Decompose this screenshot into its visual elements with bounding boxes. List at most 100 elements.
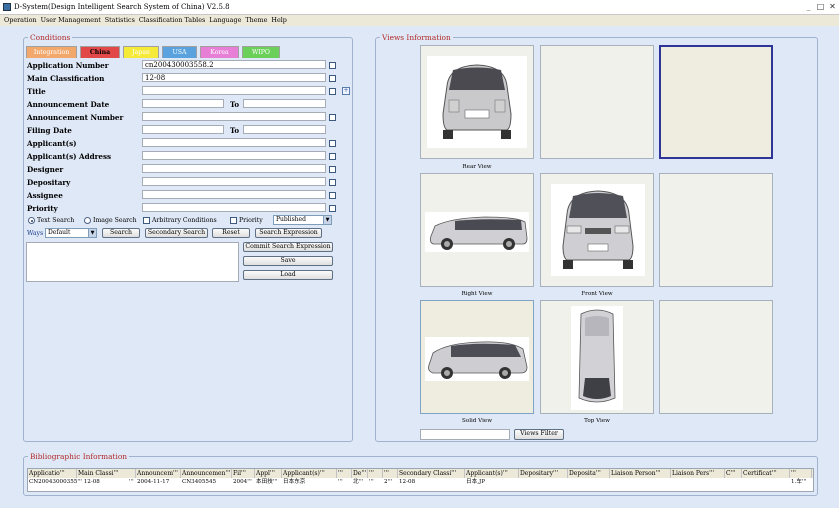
depositary-input[interactable] <box>142 177 326 186</box>
maximize-button[interactable]: □ <box>815 2 826 12</box>
filing-date-to-input[interactable] <box>243 125 326 134</box>
column-header[interactable]: Secondary Classi''' <box>399 469 465 478</box>
column-header[interactable]: Certificat''' <box>743 469 790 478</box>
search-expression-textarea[interactable] <box>26 242 239 282</box>
commit-search-expression-button[interactable]: Commit Search Expression <box>243 242 333 252</box>
conditions-panel: Conditions <box>23 33 353 442</box>
rear-view-caption: Rear View <box>462 164 492 170</box>
priority-checkbox[interactable] <box>329 205 336 212</box>
search-expression-button[interactable]: Search Expression <box>255 228 322 238</box>
column-header[interactable]: Announcemen''' <box>182 469 232 478</box>
menu-language[interactable]: Language <box>209 15 241 26</box>
column-header[interactable]: Deposita''' <box>569 469 610 478</box>
view-cell-top[interactable] <box>540 300 654 414</box>
column-header[interactable]: ''' <box>791 469 812 478</box>
announcement-date-from-input[interactable] <box>142 99 224 108</box>
tab-japan[interactable]: Japan <box>123 46 159 58</box>
menu-theme[interactable]: Theme <box>245 15 267 26</box>
main-classification-input[interactable]: 12-08 <box>142 73 326 82</box>
announcement-number-checkbox[interactable] <box>329 114 336 121</box>
depositary-checkbox[interactable] <box>329 179 336 186</box>
menu-help[interactable]: Help <box>271 15 287 26</box>
top-view-image <box>571 306 623 410</box>
close-button[interactable]: ✕ <box>827 2 838 12</box>
designer-input[interactable] <box>142 164 326 173</box>
filing-date-to-label: To <box>230 126 240 135</box>
column-header[interactable]: Applicatio''' <box>29 469 77 478</box>
minimize-button[interactable]: _ <box>803 2 814 12</box>
column-header[interactable]: Liaison Pers''' <box>672 469 725 478</box>
view-cell-rear[interactable] <box>420 45 534 159</box>
views-filter-input[interactable] <box>420 429 510 440</box>
assignee-checkbox[interactable] <box>329 192 336 199</box>
tab-korea[interactable]: Korea <box>200 46 239 58</box>
announcement-number-input[interactable] <box>142 112 326 121</box>
column-header[interactable]: De''' <box>353 469 368 478</box>
column-header[interactable]: Depositary''' <box>520 469 568 478</box>
text-search-radio[interactable] <box>28 217 35 224</box>
column-header[interactable]: Applicant(s)''' <box>466 469 519 478</box>
title-label: Title <box>27 87 46 96</box>
filing-date-from-input[interactable] <box>142 125 224 134</box>
applicants-address-checkbox[interactable] <box>329 153 336 160</box>
view-cell-empty[interactable] <box>659 300 773 414</box>
publication-status-select[interactable]: Published ▼ <box>273 215 332 225</box>
arbitrary-conditions-checkbox[interactable] <box>143 217 150 224</box>
column-header[interactable]: Liaison Person''' <box>611 469 671 478</box>
title-input[interactable] <box>142 86 326 95</box>
assignee-input[interactable] <box>142 190 326 199</box>
menu-statistics[interactable]: Statistics <box>105 15 135 26</box>
column-header[interactable]: Appl''' <box>256 469 282 478</box>
main-classification-label: Main Classification <box>27 74 105 83</box>
application-number-label: Application Number <box>27 61 109 70</box>
column-header[interactable]: ''' <box>338 469 352 478</box>
application-number-checkbox[interactable] <box>329 62 336 69</box>
views-legend: Views Information <box>380 33 453 42</box>
priority-input[interactable] <box>142 203 326 212</box>
view-cell-empty[interactable] <box>540 45 654 159</box>
title-checkbox[interactable] <box>329 88 336 95</box>
menu-classification-tables[interactable]: Classification Tables <box>139 15 205 26</box>
reset-button[interactable]: Reset <box>212 228 250 238</box>
load-button[interactable]: Load <box>243 270 333 280</box>
applicants-address-input[interactable] <box>142 151 326 160</box>
tab-wipo[interactable]: WIPO <box>242 46 280 58</box>
application-number-input[interactable]: cn200430003558.2 <box>142 60 326 69</box>
column-header[interactable]: Fil''' <box>233 469 255 478</box>
column-header[interactable]: C''' <box>726 469 742 478</box>
tab-usa[interactable]: USA <box>162 46 197 58</box>
column-header[interactable]: Main Classi''' <box>78 469 136 478</box>
views-filter-button[interactable]: Views Filter <box>514 429 564 440</box>
arbitrary-conditions-label: Arbitrary Conditions <box>152 217 217 224</box>
menu-user-management[interactable]: User Management <box>41 15 101 26</box>
search-button[interactable]: Search <box>102 228 140 238</box>
priority-option-checkbox[interactable] <box>230 217 237 224</box>
view-cell-solid[interactable] <box>420 300 534 414</box>
view-cell-selected[interactable] <box>659 45 773 159</box>
tab-china[interactable]: China <box>80 46 120 58</box>
view-cell-empty[interactable] <box>659 173 773 287</box>
applicants-input[interactable] <box>142 138 326 147</box>
front-view-image <box>551 184 645 276</box>
image-search-radio[interactable] <box>84 217 91 224</box>
secondary-search-button[interactable]: Secondary Search <box>145 228 208 238</box>
designer-checkbox[interactable] <box>329 166 336 173</box>
top-view-caption: Top View <box>584 418 610 424</box>
ways-label: Ways <box>27 230 44 237</box>
column-header[interactable]: Announcem''' <box>137 469 181 478</box>
view-cell-front[interactable] <box>540 173 654 287</box>
main-classification-checkbox[interactable] <box>329 75 336 82</box>
menu-operation[interactable]: Operation <box>4 15 37 26</box>
title-expand-icon[interactable]: + <box>342 87 350 95</box>
applicants-checkbox[interactable] <box>329 140 336 147</box>
tab-integration[interactable]: Integration <box>26 46 77 58</box>
announcement-date-to-input[interactable] <box>243 99 326 108</box>
save-button[interactable]: Save <box>243 256 333 266</box>
ways-select[interactable]: Default ▼ <box>45 228 97 238</box>
priority-option-label: Priority <box>239 217 263 224</box>
column-header[interactable]: ''' <box>384 469 398 478</box>
column-header[interactable]: Applicant(s)''' <box>283 469 337 478</box>
column-header[interactable]: ''' <box>369 469 383 478</box>
view-cell-right[interactable] <box>420 173 534 287</box>
table-cell: ''' <box>369 479 374 485</box>
